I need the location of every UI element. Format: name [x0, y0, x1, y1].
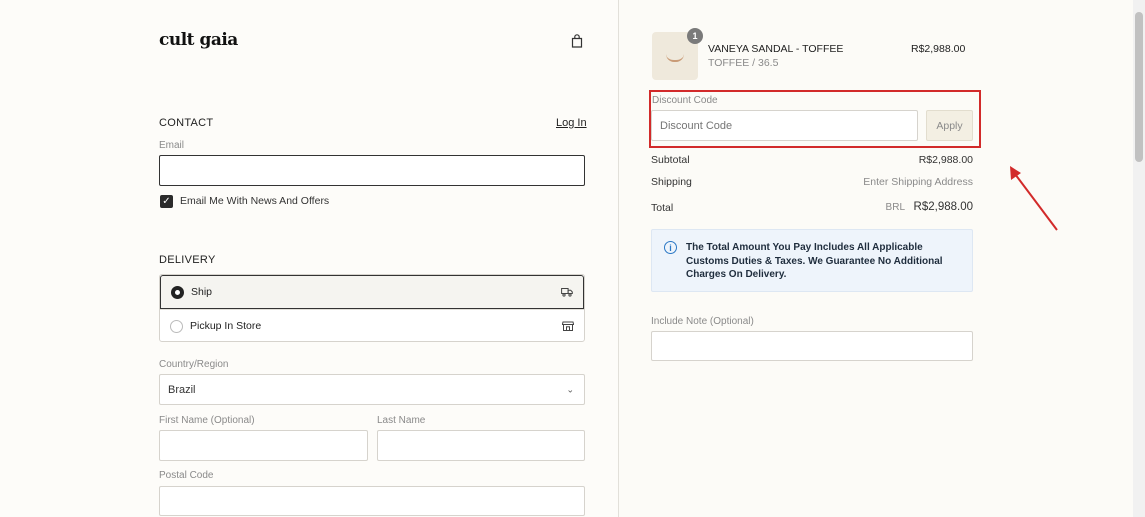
chevron-down-icon: ⌄ — [566, 384, 574, 394]
quantity-badge: 1 — [687, 28, 703, 44]
sandal-image — [666, 54, 684, 62]
duties-info-box: i The Total Amount You Pay Includes All … — [651, 229, 973, 292]
pickup-label: Pickup In Store — [190, 320, 262, 332]
total-label: Total — [651, 202, 674, 214]
apply-discount-button[interactable]: Apply — [926, 110, 973, 141]
product-variant: TOFFEE / 36.5 — [708, 57, 779, 69]
shipping-value: Enter Shipping Address — [863, 176, 973, 188]
info-icon: i — [664, 241, 677, 254]
postal-code-input[interactable] — [159, 486, 585, 516]
last-name-label: Last Name — [377, 415, 426, 426]
truck-icon — [561, 288, 573, 297]
delivery-option-pickup[interactable]: Pickup In Store — [160, 309, 584, 342]
delivery-method-group: Ship Pickup In Store — [159, 274, 585, 342]
total-value: R$2,988.00 — [913, 201, 973, 213]
first-name-input[interactable] — [159, 430, 368, 461]
email-label: Email — [159, 140, 185, 151]
contact-heading: CONTACT — [159, 117, 214, 129]
delivery-heading: DELIVERY — [159, 254, 216, 266]
country-label: Country/Region — [159, 359, 229, 370]
ship-label: Ship — [191, 286, 213, 298]
brand-logo[interactable]: cult gaia — [159, 30, 238, 50]
ship-radio[interactable] — [171, 285, 184, 299]
page-scrollbar[interactable] — [1133, 0, 1145, 517]
note-label: Include Note (Optional) — [651, 316, 754, 327]
product-name: VANEYA SANDAL - TOFFEE — [708, 43, 844, 55]
newsletter-checkbox[interactable]: ✓ — [160, 195, 173, 208]
login-link[interactable]: Log In — [556, 117, 587, 129]
store-icon — [562, 321, 574, 331]
delivery-option-ship[interactable]: Ship — [160, 275, 584, 309]
total-currency: BRL — [885, 202, 905, 213]
scrollbar-thumb[interactable] — [1135, 12, 1143, 162]
subtotal-label: Subtotal — [651, 154, 690, 166]
annotation-arrow-icon — [1010, 166, 1058, 231]
pickup-radio[interactable] — [170, 319, 183, 333]
first-name-label: First Name (Optional) — [159, 415, 255, 426]
subtotal-value: R$2,988.00 — [918, 154, 973, 166]
country-select[interactable]: Brazil ⌄ — [159, 374, 585, 405]
discount-code-label: Discount Code — [652, 95, 718, 106]
shopping-bag-icon[interactable] — [571, 34, 583, 48]
country-value: Brazil — [168, 383, 196, 396]
duties-info-text: The Total Amount You Pay Includes All Ap… — [686, 242, 943, 280]
email-input[interactable] — [159, 155, 585, 186]
note-input[interactable] — [651, 331, 973, 361]
discount-code-input[interactable] — [651, 110, 918, 141]
newsletter-label: Email Me With News And Offers — [180, 195, 330, 207]
postal-code-label: Postal Code — [159, 470, 214, 481]
checkout-form-panel: cult gaia CONTACT Log In Email ✓ Email M… — [0, 0, 619, 517]
product-price: R$2,988.00 — [911, 43, 966, 55]
shipping-label: Shipping — [651, 176, 692, 188]
last-name-input[interactable] — [377, 430, 585, 461]
